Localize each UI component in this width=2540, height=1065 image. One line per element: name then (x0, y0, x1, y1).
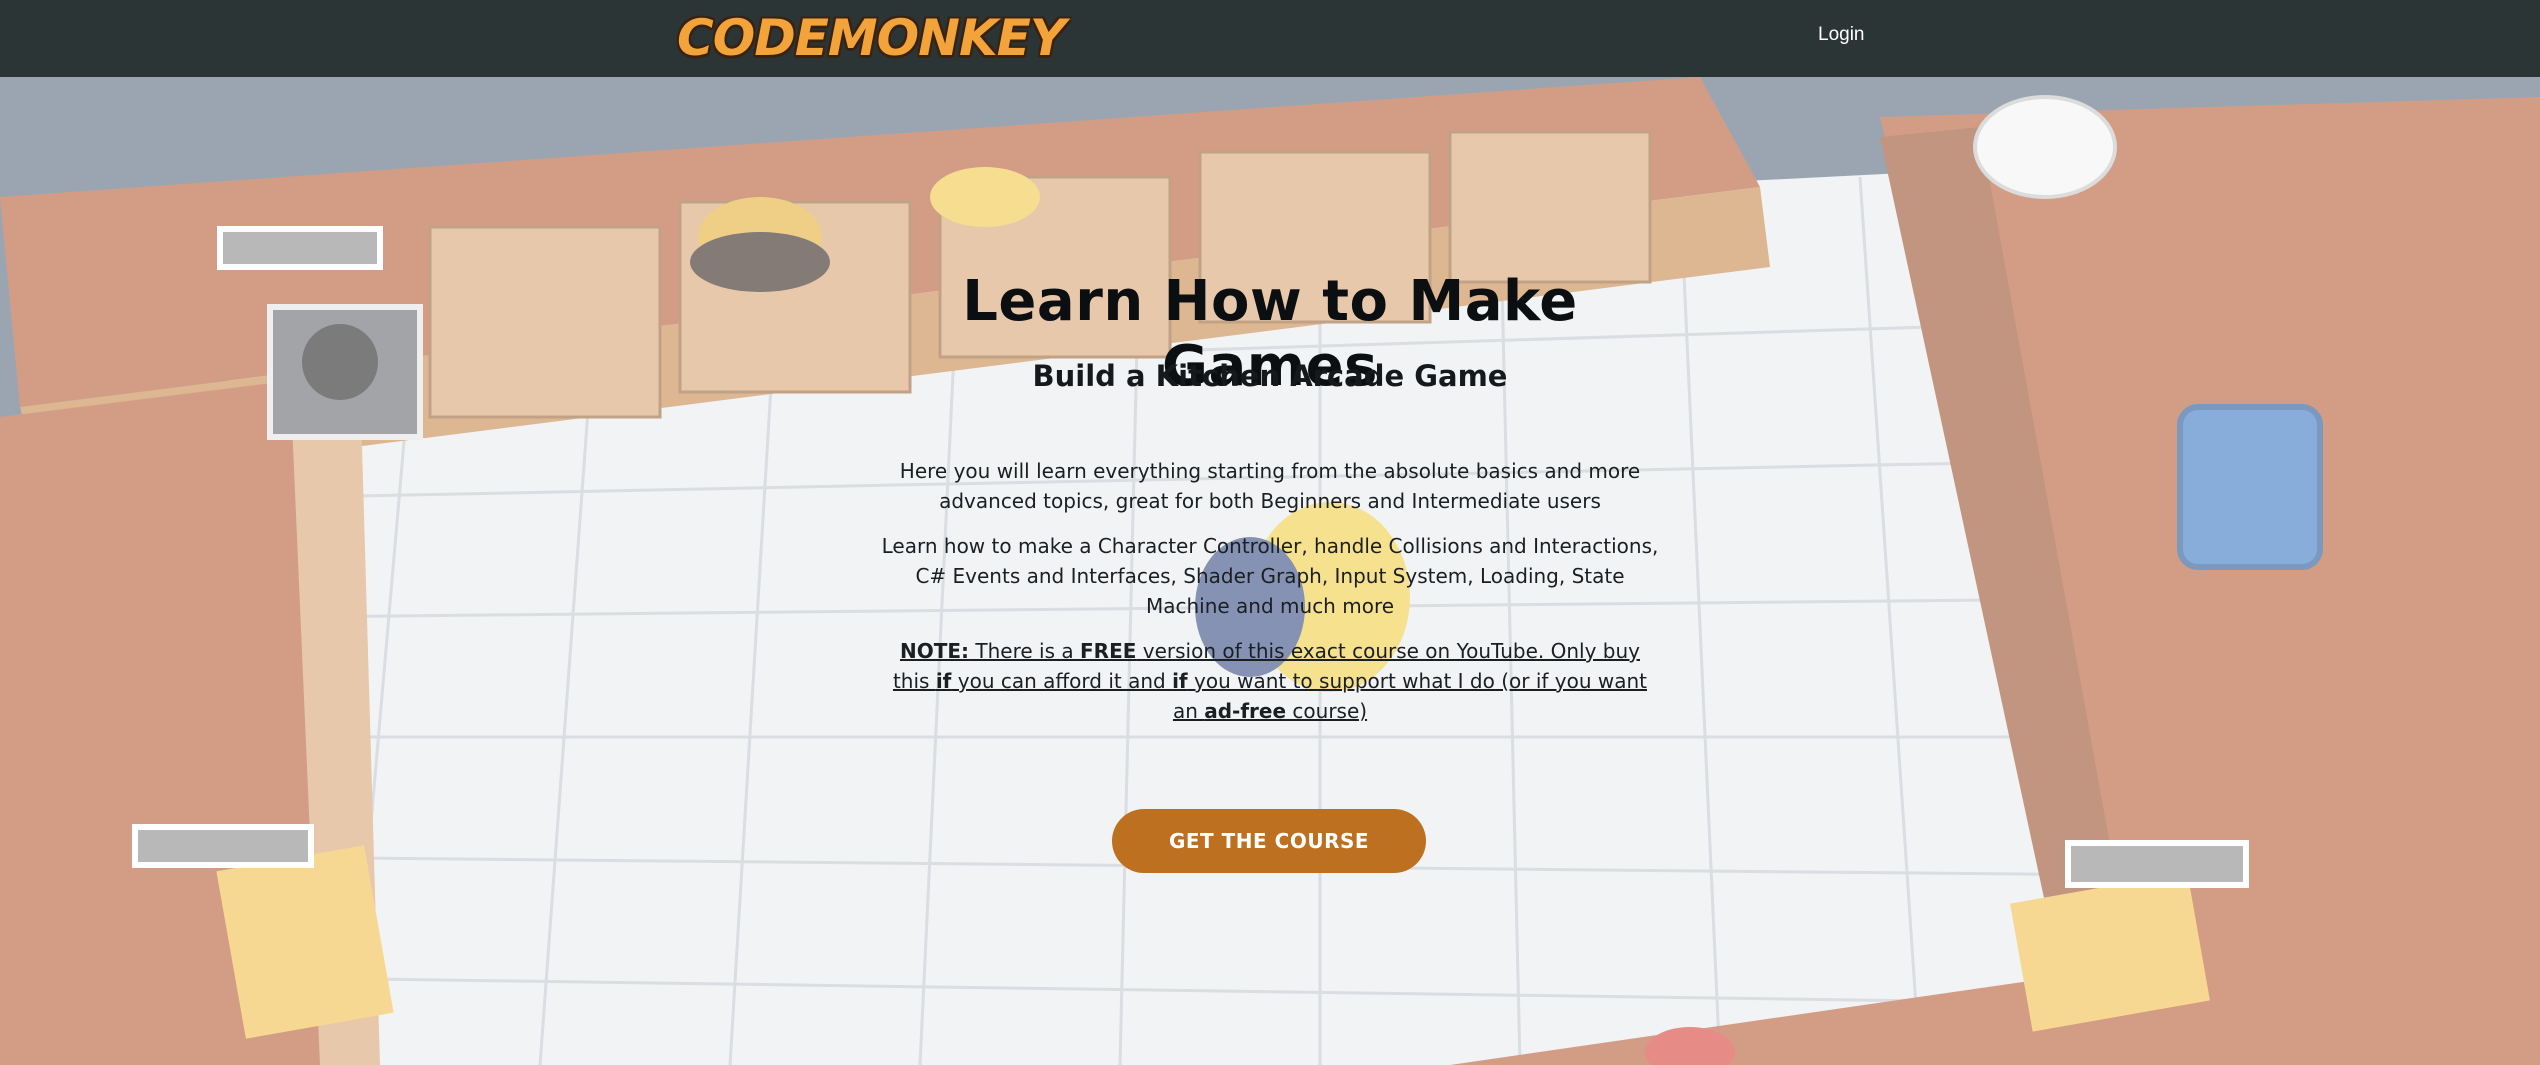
top-navigation-bar: CODEMONKEY Login (0, 0, 2540, 77)
page-subtitle: Build a Kitchen Arcade Game (1032, 359, 1508, 393)
note-paragraph: NOTE: There is a FREE version of this ex… (880, 636, 1660, 726)
note-ad-free: ad-free (1204, 699, 1287, 723)
note-if-2: if (1172, 669, 1188, 693)
note-text-1: There is a (969, 639, 1080, 663)
note-text-3: you can afford it and (951, 669, 1173, 693)
codemonkey-logo[interactable]: CODEMONKEY (673, 4, 1066, 72)
note-free: FREE (1080, 639, 1137, 663)
intro-paragraph: Here you will learn everything starting … (899, 459, 1641, 513)
logo-text: CODEMONKEY (677, 9, 1066, 67)
note-label: NOTE: (900, 639, 970, 663)
hero-section: Learn How to Make Games Build a Kitchen … (0, 77, 2540, 1065)
topics-paragraph: Learn how to make a Character Controller… (881, 534, 1659, 618)
login-link[interactable]: Login (1818, 24, 1865, 46)
note-text-5: course) (1286, 699, 1368, 723)
note-if-1: if (935, 669, 952, 693)
get-the-course-button[interactable]: GET THE COURSE (1112, 809, 1426, 873)
